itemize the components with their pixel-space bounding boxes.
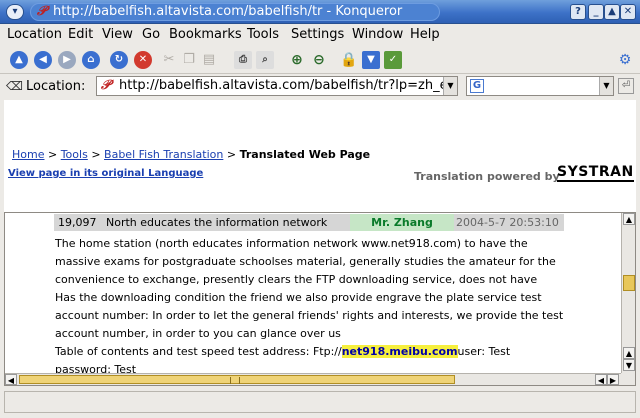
titlebar[interactable]: ▾ 𝒫 http://babelfish.altavista.com/babel… <box>0 0 640 24</box>
breadcrumb-babelfish-link[interactable]: Babel Fish Translation <box>104 148 223 161</box>
scroll-grip <box>230 377 240 384</box>
konqueror-window: ▾ 𝒫 http://babelfish.altavista.com/babel… <box>0 0 640 418</box>
back-arrow-icon[interactable]: ◀ <box>34 51 52 69</box>
breadcrumb: Home > Tools > Babel Fish Translation > … <box>12 148 370 161</box>
page-favicon-icon: 𝒫 <box>101 78 111 93</box>
maximize-button[interactable]: ▲ <box>604 4 620 20</box>
post-header-row: 19,097 North educates the information ne… <box>54 214 564 231</box>
scroll-down-arrow-icon[interactable]: ▼ <box>623 359 635 371</box>
powered-by-text: Translation powered by <box>414 170 560 183</box>
status-bar <box>0 388 640 418</box>
post-paragraph: Table of contents and test speed test ad… <box>55 343 565 373</box>
clear-location-icon[interactable]: ⌫ <box>6 78 24 94</box>
status-text-area <box>4 391 636 413</box>
post-paragraph: The home station (north educates informa… <box>55 237 556 286</box>
post-author[interactable]: Mr. Zhang <box>350 214 454 231</box>
breadcrumb-separator: > <box>91 148 105 161</box>
menu-window[interactable]: Window <box>352 27 403 42</box>
breadcrumb-home-link[interactable]: Home <box>12 148 44 161</box>
konqueror-page-icon: 𝒫 <box>37 4 47 19</box>
post-number: 19,097 <box>58 216 97 229</box>
ftp-host-link[interactable]: net918.meibu.com <box>341 345 458 358</box>
reload-icon[interactable]: ↻ <box>110 51 128 69</box>
breadcrumb-current: Translated Web Page <box>239 148 371 161</box>
frame-viewport: 19,097 North educates the information ne… <box>5 213 621 373</box>
post-title: North educates the information network <box>106 216 328 229</box>
post-paragraph: Has the downloading condition the friend… <box>55 291 564 340</box>
google-g-icon[interactable]: G <box>470 79 484 93</box>
up-arrow-icon[interactable]: ▲ <box>10 51 28 69</box>
menu-help[interactable]: Help <box>410 27 440 42</box>
scroll-right-arrow-icon[interactable]: ▶ <box>607 374 619 385</box>
post-body: The home station (north educates informa… <box>55 235 565 373</box>
horizontal-scrollbar[interactable]: ◀ ◀ ▶ <box>5 373 621 385</box>
download-icon[interactable]: ▼ <box>362 51 380 69</box>
menu-settings[interactable]: Settings <box>291 27 344 42</box>
zoom-in-icon[interactable]: ⊕ <box>288 51 306 69</box>
menu-location[interactable]: Location <box>7 27 62 42</box>
zoom-out-icon[interactable]: ⊖ <box>310 51 328 69</box>
konqueror-gear-icon[interactable]: ⚙ <box>616 51 634 69</box>
translated-content-frame: 19,097 North educates the information ne… <box>4 212 636 386</box>
breadcrumb-separator: > <box>47 148 61 161</box>
menu-bookmarks[interactable]: Bookmarks <box>169 27 242 42</box>
window-title-text: http://babelfish.altavista.com/babelfish… <box>53 4 403 19</box>
lock-icon[interactable]: 🔒 <box>340 51 358 69</box>
vertical-scrollbar[interactable]: ▲ ▲ ▼ <box>621 213 635 373</box>
vertical-scroll-thumb[interactable] <box>623 275 635 291</box>
scroll-corner <box>621 373 635 385</box>
url-text: http://babelfish.altavista.com/babelfish… <box>119 78 458 93</box>
url-history-dropdown[interactable]: ▼ <box>443 77 457 95</box>
breadcrumb-separator: > <box>226 148 240 161</box>
print-preview-icon[interactable]: ⌕ <box>256 51 274 69</box>
location-label: Location: <box>26 79 86 94</box>
print-icon[interactable]: ⎙ <box>234 51 252 69</box>
paste-icon[interactable]: ▤ <box>200 51 218 69</box>
scroll-up-arrow-icon[interactable]: ▲ <box>623 347 635 359</box>
help-button[interactable]: ? <box>570 4 586 20</box>
search-input[interactable]: G ▼ <box>466 76 614 96</box>
copy-icon[interactable]: ❐ <box>180 51 198 69</box>
spellcheck-icon[interactable]: ✓ <box>384 51 402 69</box>
scroll-left-arrow-icon[interactable]: ◀ <box>5 374 17 385</box>
location-bar: ⌫ Location: 𝒫 http://babelfish.altavista… <box>0 74 640 98</box>
main-toolbar: ▲ ◀ ▶ ⌂ ↻ ✕ ✂ ❐ ▤ ⎙ ⌕ ⊕ ⊖ 🔒 ▼ ✓ ⚙ <box>0 46 640 74</box>
menubar: Location Edit View Go Bookmarks Tools Se… <box>0 24 640 46</box>
menu-edit[interactable]: Edit <box>68 27 93 42</box>
location-go-icon[interactable]: ⏎ <box>618 78 634 94</box>
forward-arrow-icon[interactable]: ▶ <box>58 51 76 69</box>
breadcrumb-tools-link[interactable]: Tools <box>61 148 88 161</box>
menu-view[interactable]: View <box>102 27 133 42</box>
menu-go[interactable]: Go <box>142 27 160 42</box>
window-menu-button[interactable]: ▾ <box>6 4 24 20</box>
close-button[interactable]: ✕ <box>620 4 636 20</box>
home-icon[interactable]: ⌂ <box>82 51 100 69</box>
cut-icon[interactable]: ✂ <box>160 51 178 69</box>
url-input[interactable]: 𝒫 http://babelfish.altavista.com/babelfi… <box>96 76 458 96</box>
horizontal-scroll-thumb[interactable] <box>19 375 455 384</box>
web-page-header: Home > Tools > Babel Fish Translation > … <box>4 100 636 212</box>
menu-tools[interactable]: Tools <box>247 27 279 42</box>
search-engine-dropdown[interactable]: ▼ <box>599 77 613 95</box>
window-title: 𝒫 http://babelfish.altavista.com/babelfi… <box>30 3 440 21</box>
stop-icon[interactable]: ✕ <box>134 51 152 69</box>
post-datetime: 2004-5-7 20:53:10 <box>456 216 559 229</box>
scroll-left-arrow-icon[interactable]: ◀ <box>595 374 607 385</box>
view-original-link[interactable]: View page in its original Language <box>8 168 203 179</box>
minimize-button[interactable]: _ <box>588 4 604 20</box>
systran-logo[interactable]: SYSTRAN <box>557 165 634 182</box>
scroll-up-arrow-icon[interactable]: ▲ <box>623 213 635 225</box>
ftp-address-label: Table of contents and test speed test ad… <box>55 345 342 358</box>
